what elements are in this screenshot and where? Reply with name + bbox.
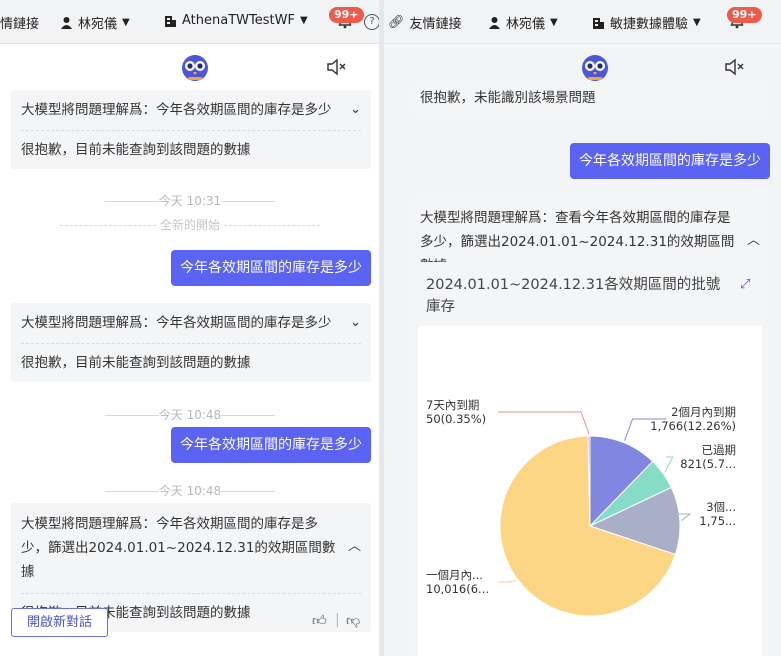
ai-understanding-text: 大模型將問題理解爲：今年各效期區間的庫存是多少	[21, 102, 332, 118]
ai-answer-text: 很抱歉，未能識別該場景問題	[420, 90, 596, 106]
new-start-divider: 全新的開始	[60, 216, 320, 233]
user-message-2: 今年各效期區間的庫存是多少	[171, 427, 371, 463]
top-bar: 🔗︎ 友情鏈接 林宛儀 ▼ 敏捷數據體驗 ▼ 99+	[384, 0, 781, 44]
slice-label-value: 1,766(12.26%)	[650, 419, 736, 433]
user-name: 林宛儀	[506, 17, 546, 32]
ai-understanding[interactable]: 大模型將問題理解爲：今年各效期區間的庫存是多少 ⌄	[21, 90, 361, 131]
user-menu[interactable]: 林宛儀 ▼	[60, 13, 130, 32]
user-message-right: 今年各效期區間的庫存是多少	[570, 143, 770, 179]
chat-header	[0, 44, 380, 90]
slice-label-name: 2個月內到期	[671, 405, 736, 419]
thumbs-down-icon[interactable]: 👎︎	[346, 612, 360, 629]
building-icon	[165, 16, 176, 27]
workspace-name: 敏捷數據體驗	[610, 17, 689, 32]
ai-answer-text: 很抱歉，目前未能查詢到該問題的數據	[21, 355, 251, 371]
ai-reply-2: 大模型將問題理解爲：今年各效期區間的庫存是多少 ⌄ 很抱歉，目前未能查詢到該問題…	[11, 303, 371, 382]
ai-understanding-text: 大模型將問題理解爲：今年各效期區間的庫存是多少，篩選出2024.01.01~20…	[21, 516, 336, 580]
user-menu[interactable]: 林宛儀 ▼	[488, 13, 558, 32]
top-bar: 情鏈接 林宛儀 ▼ AthenaTWTestWF ▼ 99+ ?	[0, 0, 380, 44]
user-icon	[489, 17, 500, 29]
slice-label-value: 10,016(6...	[426, 582, 489, 596]
notification-badge: 99+	[727, 7, 762, 23]
help-icon[interactable]: ?	[364, 14, 380, 30]
slice-label-value: 821(5.7...	[680, 457, 736, 471]
new-chat-button[interactable]: 開啟新對話	[11, 608, 108, 637]
label-leader-line	[498, 580, 517, 583]
workspace-menu[interactable]: 敏捷數據體驗 ▼	[592, 13, 701, 32]
caret-down-icon: ▼	[299, 15, 308, 26]
pie-chart: 2個月內到期1,766(12.26%) 已過期821(5.7... 3個...1,7…	[426, 398, 737, 617]
slice-label-value: 50(0.35%)	[426, 412, 486, 426]
friend-links-link[interactable]: 情鏈接	[0, 13, 39, 32]
slice-label-value: 1,75...	[699, 514, 736, 528]
caret-down-icon: ▼	[550, 17, 558, 28]
ai-reply-right: 大模型將問題理解爲：查看今年各效期區間的庫存是多少，篩選出2024.01.01~…	[410, 197, 770, 274]
friend-links-label: 情鏈接	[0, 17, 40, 32]
chat-pane-left: 情鏈接 林宛儀 ▼ AthenaTWTestWF ▼ 99+ ? 大模型將問題理…	[0, 0, 380, 656]
slice-label-name: 一個月內...	[426, 568, 483, 582]
expand-icon[interactable]: ⤢	[740, 277, 750, 292]
owl-logo	[582, 55, 608, 81]
timestamp-divider: 今天 10:48	[105, 406, 275, 423]
ai-understanding[interactable]: 大模型將問題理解爲：今年各效期區間的庫存是多少 ⌄	[21, 303, 361, 344]
chart-area: 2個月內到期 1,766(12.26%) 已過期 821(5.7... 3個... 1,7…	[418, 326, 762, 656]
feedback-divider: |	[335, 612, 340, 628]
building-icon	[593, 18, 604, 29]
user-icon	[61, 17, 72, 29]
notification-badge: 99+	[329, 7, 364, 23]
chevron-down-icon[interactable]: ⌄	[350, 312, 361, 334]
chevron-up-icon[interactable]: ︿	[747, 229, 760, 253]
label-leader-line	[498, 411, 590, 435]
ai-answer-text: 很抱歉，目前未能查詢到該問題的數據	[21, 142, 251, 158]
chevron-up-icon[interactable]: ︿	[348, 535, 361, 559]
mute-icon[interactable]	[326, 58, 346, 76]
chart-card: 2024.01.01~2024.12.31各效期區間的批號庫存 ⤢ 2個月內到期…	[410, 262, 770, 656]
ai-reply-0: 很抱歉，未能識別該場景問題	[410, 84, 770, 116]
user-message-1: 今年各效期區間的庫存是多少	[171, 250, 371, 286]
ai-understanding[interactable]: 大模型將問題理解爲：今年各效期區間的庫存是多少，篩選出2024.01.01~20…	[21, 503, 361, 594]
link-icon: 🔗︎	[388, 15, 405, 30]
caret-down-icon: ▼	[122, 17, 130, 28]
owl-logo	[182, 55, 208, 81]
friend-links-label: 友情鏈接	[409, 17, 462, 32]
slice-label-name: 已過期	[702, 443, 737, 457]
slice-label-name: 3個...	[706, 500, 736, 514]
ai-reply-1: 大模型將問題理解爲：今年各效期區間的庫存是多少 ⌄ 很抱歉，目前未能查詢到該問題…	[11, 90, 371, 169]
workspace-menu[interactable]: AthenaTWTestWF ▼	[164, 13, 308, 28]
mute-icon[interactable]	[724, 58, 744, 76]
timestamp-divider: 今天 10:48	[105, 482, 275, 499]
thumbs-up-icon[interactable]: 👍︎	[312, 612, 327, 629]
user-name: 林宛儀	[78, 17, 118, 32]
ai-understanding-text: 大模型將問題理解爲：今年各效期區間的庫存是多少	[21, 315, 332, 331]
chart-title: 2024.01.01~2024.12.31各效期區間的批號庫存	[426, 277, 721, 315]
timestamp-divider: 今天 10:31	[105, 192, 275, 209]
slice-label-name: 7天內到期	[426, 398, 479, 412]
chevron-down-icon[interactable]: ⌄	[350, 99, 361, 121]
caret-down-icon: ▼	[693, 17, 701, 28]
workspace-name: AthenaTWTestWF	[182, 13, 295, 28]
label-leader-line	[664, 456, 674, 473]
friend-links-link[interactable]: 🔗︎ 友情鏈接	[388, 13, 462, 32]
